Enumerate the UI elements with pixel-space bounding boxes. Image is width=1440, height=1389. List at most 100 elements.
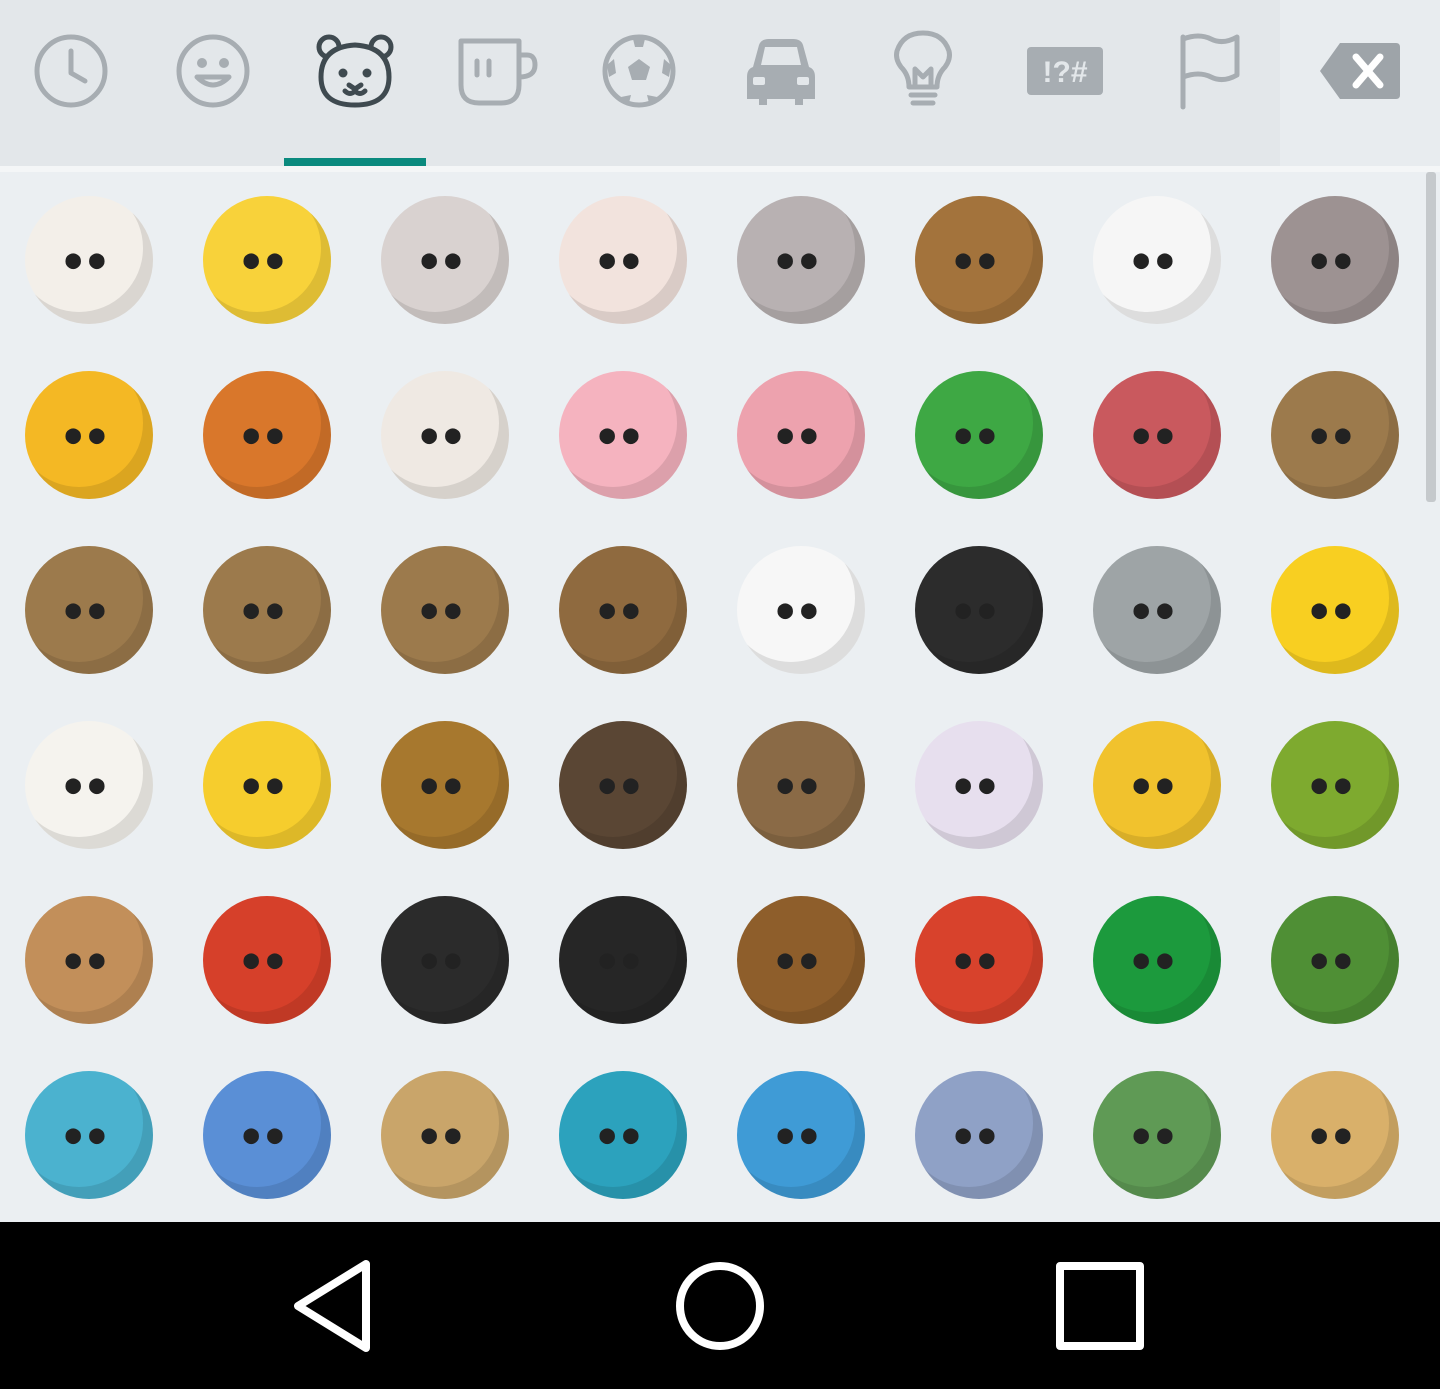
emoji-key[interactable]: ●● bbox=[890, 697, 1068, 872]
emoji-key[interactable]: ●● bbox=[178, 522, 356, 697]
scrollbar[interactable] bbox=[1424, 172, 1440, 1222]
emoji-key[interactable]: ●● bbox=[1068, 522, 1246, 697]
emoji-key[interactable]: ●● bbox=[534, 697, 712, 872]
crocodile-icon: ●● bbox=[1093, 1070, 1221, 1199]
emoji-key[interactable]: ●● bbox=[356, 172, 534, 347]
octopus-icon: ●● bbox=[1093, 370, 1221, 499]
emoji-key[interactable]: ●● bbox=[890, 1047, 1068, 1222]
emoji-key[interactable]: ●● bbox=[1068, 172, 1246, 347]
recents-button[interactable] bbox=[1000, 1222, 1200, 1389]
emoji-key[interactable]: ●● bbox=[178, 697, 356, 872]
monkey-icon: ●● bbox=[559, 545, 687, 674]
emoji-key[interactable]: ●● bbox=[178, 872, 356, 1047]
back-button[interactable] bbox=[240, 1222, 440, 1389]
emoji-key[interactable]: ●● bbox=[712, 172, 890, 347]
scroll-thumb[interactable] bbox=[1426, 172, 1436, 502]
emoji-key[interactable]: ●● bbox=[1246, 1047, 1424, 1222]
tab-smileys[interactable] bbox=[142, 0, 284, 166]
home-button[interactable] bbox=[620, 1222, 820, 1389]
crab-icon: ●● bbox=[915, 895, 1043, 1024]
emoji-key[interactable]: ●● bbox=[356, 347, 534, 522]
lightbulb-icon bbox=[894, 30, 952, 106]
emoji-key[interactable]: ●● bbox=[712, 697, 890, 872]
emoji-key[interactable]: ●● bbox=[1068, 347, 1246, 522]
emoji-key[interactable]: ●● bbox=[890, 522, 1068, 697]
emoji-eyes: ●● bbox=[777, 594, 825, 625]
panda-face-icon: ●● bbox=[1093, 195, 1221, 324]
emoji-key[interactable]: ●● bbox=[712, 872, 890, 1047]
tab-travel[interactable] bbox=[710, 0, 852, 166]
emoji-key[interactable]: ●● bbox=[0, 872, 178, 1047]
emoji-key[interactable]: ●● bbox=[356, 872, 534, 1047]
emoji-key[interactable]: ●● bbox=[534, 172, 712, 347]
emoji-key[interactable]: ●● bbox=[1246, 697, 1424, 872]
hear-no-evil-monkey-icon: ●● bbox=[203, 545, 331, 674]
tab-objects[interactable] bbox=[852, 0, 994, 166]
clock-icon bbox=[34, 34, 108, 108]
emoji-key[interactable]: ●● bbox=[1246, 522, 1424, 697]
emoji-key[interactable]: ●● bbox=[1246, 172, 1424, 347]
emoji-key[interactable]: ●● bbox=[534, 347, 712, 522]
emoji-eyes: ●● bbox=[243, 1119, 291, 1150]
cat-face-icon: ●● bbox=[203, 195, 331, 324]
emoji-key[interactable]: ●● bbox=[890, 172, 1068, 347]
ant-icon: ●● bbox=[381, 895, 509, 1024]
horse-face-icon: ●● bbox=[737, 720, 865, 849]
emoji-eyes: ●● bbox=[599, 769, 647, 800]
penguin-icon: ●● bbox=[915, 545, 1043, 674]
emoji-key[interactable]: ●● bbox=[890, 347, 1068, 522]
emoji-key[interactable]: ●● bbox=[712, 1047, 890, 1222]
emoji-eyes: ●● bbox=[777, 419, 825, 450]
emoji-key[interactable]: ●● bbox=[712, 347, 890, 522]
emoji-key[interactable]: ●● bbox=[534, 522, 712, 697]
emoji-key[interactable]: ●● bbox=[1246, 872, 1424, 1047]
emoji-key[interactable]: ●● bbox=[0, 347, 178, 522]
tab-food[interactable] bbox=[426, 0, 568, 166]
emoji-eyes: ●● bbox=[777, 944, 825, 975]
backspace-button[interactable] bbox=[1280, 0, 1440, 166]
emoji-eyes: ●● bbox=[1311, 244, 1359, 275]
tab-flags[interactable] bbox=[1136, 0, 1278, 166]
emoji-key[interactable]: ●● bbox=[178, 172, 356, 347]
emoji-key[interactable]: ●● bbox=[534, 1047, 712, 1222]
tab-animals[interactable] bbox=[284, 0, 426, 166]
emoji-key[interactable]: ●● bbox=[1068, 872, 1246, 1047]
emoji-key[interactable]: ●● bbox=[1246, 347, 1424, 522]
emoji-key[interactable]: ●● bbox=[178, 1047, 356, 1222]
emoji-key[interactable]: ●● bbox=[1068, 697, 1246, 872]
tab-indicator bbox=[710, 158, 852, 166]
emoji-eyes: ●● bbox=[955, 944, 1003, 975]
emoji-key[interactable]: ●● bbox=[1068, 1047, 1246, 1222]
emoji-key[interactable]: ●● bbox=[0, 1047, 178, 1222]
emoji-key[interactable]: ●● bbox=[712, 522, 890, 697]
monkey-face-icon: ●● bbox=[1271, 370, 1399, 499]
snake-icon: ●● bbox=[1093, 895, 1221, 1024]
symbols-icon: !?# bbox=[1027, 47, 1103, 95]
wolf-face-icon: ●● bbox=[381, 720, 509, 849]
emoji-eyes: ●● bbox=[599, 419, 647, 450]
emoji-key[interactable]: ●● bbox=[0, 522, 178, 697]
dog-face-icon: ●● bbox=[25, 195, 153, 324]
emoji-key[interactable]: ●● bbox=[356, 697, 534, 872]
tropical-fish-icon: ●● bbox=[25, 1070, 153, 1199]
fish-icon: ●● bbox=[203, 1070, 331, 1199]
emoji-eyes: ●● bbox=[421, 944, 469, 975]
emoji-key[interactable]: ●● bbox=[0, 697, 178, 872]
rabbit-face-icon: ●● bbox=[737, 195, 865, 324]
emoji-key[interactable]: ●● bbox=[890, 872, 1068, 1047]
unicorn-face-icon: ●● bbox=[915, 720, 1043, 849]
tab-recent[interactable] bbox=[0, 0, 142, 166]
spider-icon: ●● bbox=[559, 895, 687, 1024]
emoji-key[interactable]: ●● bbox=[356, 1047, 534, 1222]
emoji-eyes: ●● bbox=[243, 769, 291, 800]
bear-face-icon: ●● bbox=[915, 195, 1043, 324]
tab-activities[interactable] bbox=[568, 0, 710, 166]
tab-symbols[interactable]: !?# bbox=[994, 0, 1136, 166]
emoji-key[interactable]: ●● bbox=[534, 872, 712, 1047]
emoji-eyes: ●● bbox=[955, 1119, 1003, 1150]
home-circle-icon bbox=[676, 1261, 764, 1350]
emoji-key[interactable]: ●● bbox=[0, 172, 178, 347]
emoji-key[interactable]: ●● bbox=[356, 522, 534, 697]
emoji-key[interactable]: ●● bbox=[178, 347, 356, 522]
tab-indicator bbox=[0, 158, 142, 166]
